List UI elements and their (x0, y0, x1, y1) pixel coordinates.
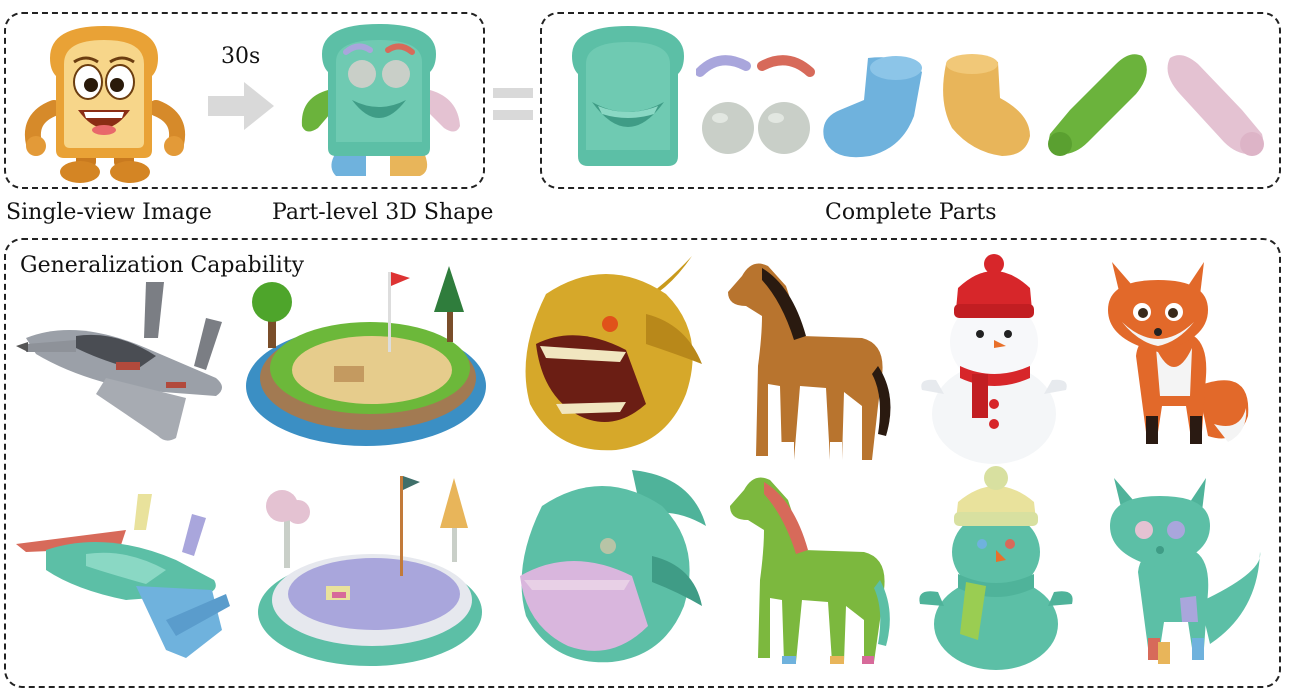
horse-image (722, 256, 892, 466)
arrow-right-icon (208, 82, 274, 130)
snowman-image (914, 254, 1074, 464)
fox-image (1098, 256, 1258, 451)
horse-parts-image (724, 470, 894, 670)
spaceship-parts-image (16, 490, 236, 670)
equals-icon (493, 86, 533, 122)
part-level-label: Part-level 3D Shape (272, 200, 494, 225)
part-pink-arm-image (1160, 50, 1270, 162)
part-level-shape-image (294, 18, 464, 183)
toast-character-image (14, 18, 194, 188)
part-blue-foot-image (818, 52, 928, 162)
golf-island-parts-image (254, 472, 489, 670)
part-brows-eyes-image (696, 50, 820, 160)
spaceship-image (16, 278, 236, 448)
part-body-image (566, 22, 690, 172)
fox-parts-image (1100, 472, 1265, 668)
golf-island-image (244, 262, 494, 452)
snowman-parts-image (912, 464, 1078, 674)
time-label: 30s (221, 44, 261, 69)
part-yellow-foot-image (936, 52, 1036, 162)
single-view-label: Single-view Image (6, 200, 212, 225)
dragon-head-parts-image (512, 466, 708, 671)
dragon-head-image (516, 254, 706, 459)
complete-parts-label: Complete Parts (825, 200, 997, 225)
part-green-arm-image (1044, 50, 1154, 162)
